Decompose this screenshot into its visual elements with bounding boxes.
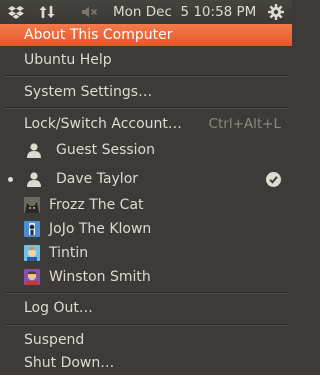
session-gear-icon[interactable] [264, 0, 288, 24]
menu-item-about[interactable]: About This Computer [0, 24, 292, 46]
session-menu: About This Computer Ubuntu Help System S… [0, 24, 292, 375]
menu-item-logout-label: Log Out… [24, 300, 93, 316]
person-icon [26, 171, 42, 187]
menu-item-user-winston-smith[interactable]: Winston Smith [0, 266, 292, 288]
menu-item-suspend[interactable]: Suspend [0, 329, 292, 351]
menu-separator [5, 292, 287, 294]
person-icon [26, 142, 42, 158]
volume-muted-icon[interactable] [79, 0, 101, 24]
menu-separator [5, 75, 287, 77]
menu-item-ubuntu-help[interactable]: Ubuntu Help [0, 49, 292, 71]
cat-avatar-icon [24, 197, 40, 213]
lock-shortcut-label: Ctrl+Alt+L [208, 116, 281, 132]
clock-datetime[interactable]: Mon Dec 5 10:58 PM [113, 0, 257, 24]
menu-separator [5, 324, 287, 326]
guest-session-label: Guest Session [56, 142, 155, 158]
menu-item-user-tintin[interactable]: Tintin [0, 242, 292, 264]
menu-item-about-label: About This Computer [24, 27, 173, 43]
menu-item-user-dave-taylor[interactable]: Dave Taylor [0, 168, 292, 190]
menu-item-suspend-label: Suspend [24, 332, 85, 348]
menu-item-help-label: Ubuntu Help [24, 52, 112, 68]
menu-item-log-out[interactable]: Log Out… [0, 297, 292, 319]
user-name-label: Tintin [49, 245, 89, 261]
user-name-label: Frozz The Cat [49, 197, 144, 213]
menu-item-user-frozz-the-cat[interactable]: Frozz The Cat [0, 194, 292, 216]
active-session-bullet [8, 177, 13, 182]
top-panel: Mon Dec 5 10:58 PM [0, 0, 292, 24]
menu-item-guest-session[interactable]: Guest Session [0, 139, 292, 161]
clown-avatar-icon [24, 221, 40, 237]
user-name-label: Dave Taylor [56, 171, 139, 187]
menu-item-settings-label: System Settings… [24, 84, 153, 100]
user-name-label: JoJo The Klown [49, 221, 152, 237]
winston-avatar-icon [24, 269, 40, 285]
menu-item-user-jojo-the-klown[interactable]: JoJo The Klown [0, 218, 292, 240]
dropbox-icon[interactable] [5, 0, 27, 24]
user-name-label: Winston Smith [49, 269, 151, 285]
menu-item-shutdown-label: Shut Down… [24, 355, 115, 371]
menu-item-system-settings[interactable]: System Settings… [0, 81, 292, 103]
menu-item-lock-label: Lock/Switch Account… [24, 116, 182, 132]
menu-item-lock-switch[interactable]: Lock/Switch Account… Ctrl+Alt+L [0, 113, 292, 135]
menu-item-shut-down[interactable]: Shut Down… [0, 352, 292, 374]
checkmark-icon [266, 172, 281, 187]
network-transfer-icon[interactable] [36, 0, 58, 24]
tintin-avatar-icon [24, 245, 40, 261]
menu-separator [5, 107, 287, 109]
